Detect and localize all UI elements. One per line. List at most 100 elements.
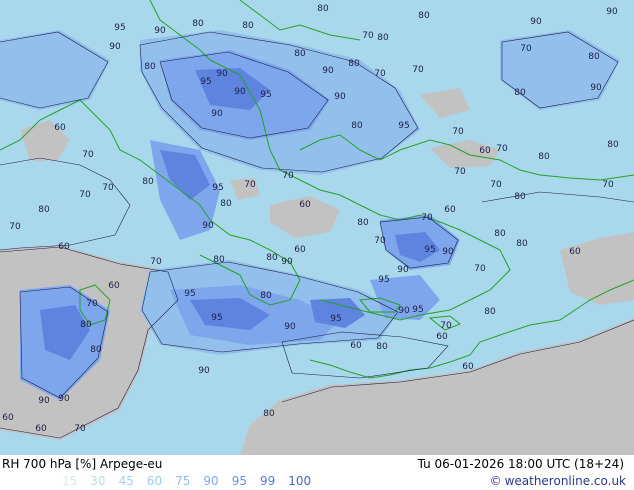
contour-label: 80 bbox=[376, 342, 388, 352]
contour-label: 80 bbox=[144, 62, 156, 72]
contour-label: 80 bbox=[142, 177, 154, 187]
contour-label: 80 bbox=[607, 140, 619, 150]
map-canvas: 90959080 808080909070 808080708080909590 70… bbox=[0, 0, 634, 455]
contour-label: 80 bbox=[351, 121, 363, 131]
contour-label: 60 bbox=[350, 341, 362, 351]
contour-label: 70 bbox=[421, 213, 433, 223]
contour-label: 70 bbox=[374, 236, 386, 246]
contour-label: 90 bbox=[398, 306, 410, 316]
contour-label: 80 bbox=[90, 345, 102, 355]
contour-label: 70 bbox=[74, 424, 86, 434]
contour-label: 90 bbox=[109, 42, 121, 52]
contour-label: 70 bbox=[362, 31, 374, 41]
forecast-time: Tu 06-01-2026 18:00 UTC (18+24) bbox=[417, 457, 624, 471]
legend-value: 45 bbox=[118, 474, 134, 488]
contour-label: 90 bbox=[234, 87, 246, 97]
copyright-icon: © bbox=[489, 474, 502, 488]
legend-value: 30 bbox=[90, 474, 106, 488]
color-legend: 15 30 45 60 75 90 95 99 100 bbox=[62, 474, 324, 488]
legend-value: 95 bbox=[231, 474, 247, 488]
contour-label: 60 bbox=[58, 242, 70, 252]
contour-label: 80 bbox=[80, 320, 92, 330]
contour-label: 60 bbox=[35, 424, 47, 434]
legend-value: 99 bbox=[259, 474, 276, 488]
contour-label: 90 bbox=[606, 7, 618, 17]
contour-label: 80 bbox=[260, 291, 272, 301]
contour-label: 95 bbox=[398, 121, 409, 131]
contour-label: 70 bbox=[86, 299, 98, 309]
contour-label: 60 bbox=[54, 123, 66, 133]
contour-label: 95 bbox=[260, 90, 271, 100]
contour-label: 80 bbox=[516, 239, 528, 249]
contour-label: 95 bbox=[378, 275, 389, 285]
contour-label: 90 bbox=[216, 69, 228, 79]
contour-label: 70 bbox=[440, 321, 452, 331]
contour-label: 80 bbox=[357, 218, 369, 228]
contour-label: 70 bbox=[602, 180, 614, 190]
contour-label: 70 bbox=[79, 190, 91, 200]
contour-label: 90 bbox=[211, 109, 223, 119]
contour-label: 90 bbox=[442, 247, 454, 257]
contour-label: 60 bbox=[299, 200, 311, 210]
map-title: RH 700 hPa [%] Arpege-eu bbox=[2, 457, 163, 471]
contour-label: 80 bbox=[494, 229, 506, 239]
contour-label: 90 bbox=[530, 17, 542, 27]
contour-label: 90 bbox=[38, 396, 50, 406]
contour-label: 80 bbox=[317, 4, 329, 14]
contour-label: 80 bbox=[294, 49, 306, 59]
contour-label: 90 bbox=[281, 257, 293, 267]
contour-label: 60 bbox=[294, 245, 306, 255]
contour-label: 70 bbox=[374, 69, 386, 79]
legend-value: 90 bbox=[203, 474, 219, 488]
contour-label: 90 bbox=[58, 394, 70, 404]
contour-label: 90 bbox=[202, 221, 214, 231]
contour-label: 80 bbox=[514, 88, 526, 98]
contour-label: 60 bbox=[569, 247, 581, 257]
contour-label: 80 bbox=[38, 205, 50, 215]
contour-label: 80 bbox=[348, 59, 360, 69]
contour-label: 70 bbox=[82, 150, 94, 160]
contour-label: 80 bbox=[588, 52, 600, 62]
contour-label: 70 bbox=[454, 167, 466, 177]
contour-label: 95 bbox=[114, 23, 125, 33]
contour-label: 95 bbox=[330, 314, 341, 324]
contour-label: 70 bbox=[9, 222, 21, 232]
contour-label: 70 bbox=[496, 144, 508, 154]
contour-label: 90 bbox=[322, 66, 334, 76]
contour-label: 90 bbox=[334, 92, 346, 102]
contour-label: 95 bbox=[184, 289, 195, 299]
contour-label: 60 bbox=[2, 413, 14, 423]
contour-label: 70 bbox=[520, 44, 532, 54]
contour-label: 70 bbox=[452, 127, 464, 137]
site-credit[interactable]: © weatheronline.co.uk bbox=[490, 474, 626, 488]
contour-label: 95 bbox=[424, 245, 435, 255]
legend-value: 75 bbox=[175, 474, 191, 488]
contour-label: 60 bbox=[479, 146, 491, 156]
contour-label: 70 bbox=[412, 65, 424, 75]
contour-label: 95 bbox=[212, 183, 223, 193]
contour-label: 80 bbox=[220, 199, 232, 209]
contour-label: 90 bbox=[397, 265, 409, 275]
contour-label: 70 bbox=[282, 171, 294, 181]
contour-label: 80 bbox=[377, 33, 389, 43]
contour-label: 60 bbox=[108, 281, 120, 291]
contour-label: 95 bbox=[200, 77, 211, 87]
footer-bar: RH 700 hPa [%] Arpege-eu Tu 06-01-2026 1… bbox=[0, 455, 634, 490]
contour-label: 80 bbox=[538, 152, 550, 162]
contour-label: 80 bbox=[418, 11, 430, 21]
contour-label: 70 bbox=[150, 257, 162, 267]
contour-label: 80 bbox=[242, 21, 254, 31]
legend-value: 15 bbox=[62, 474, 78, 488]
contour-label: 90 bbox=[198, 366, 210, 376]
humidity-map[interactable]: 90 95 90 80 80 80 80 90 90 70 80 80 80 70 80 80 90 95 90 70… bbox=[0, 0, 634, 455]
contour-label: 70 bbox=[102, 183, 114, 193]
contour-label: 90 bbox=[590, 83, 602, 93]
contour-label: 95 bbox=[412, 305, 423, 315]
contour-label: 80 bbox=[514, 192, 526, 202]
contour-label: 90 bbox=[154, 26, 166, 36]
contour-label: 80 bbox=[192, 19, 204, 29]
contour-label: 70 bbox=[244, 180, 256, 190]
contour-label: 60 bbox=[436, 332, 448, 342]
contour-label: 80 bbox=[213, 255, 225, 265]
contour-label: 80 bbox=[484, 307, 496, 317]
